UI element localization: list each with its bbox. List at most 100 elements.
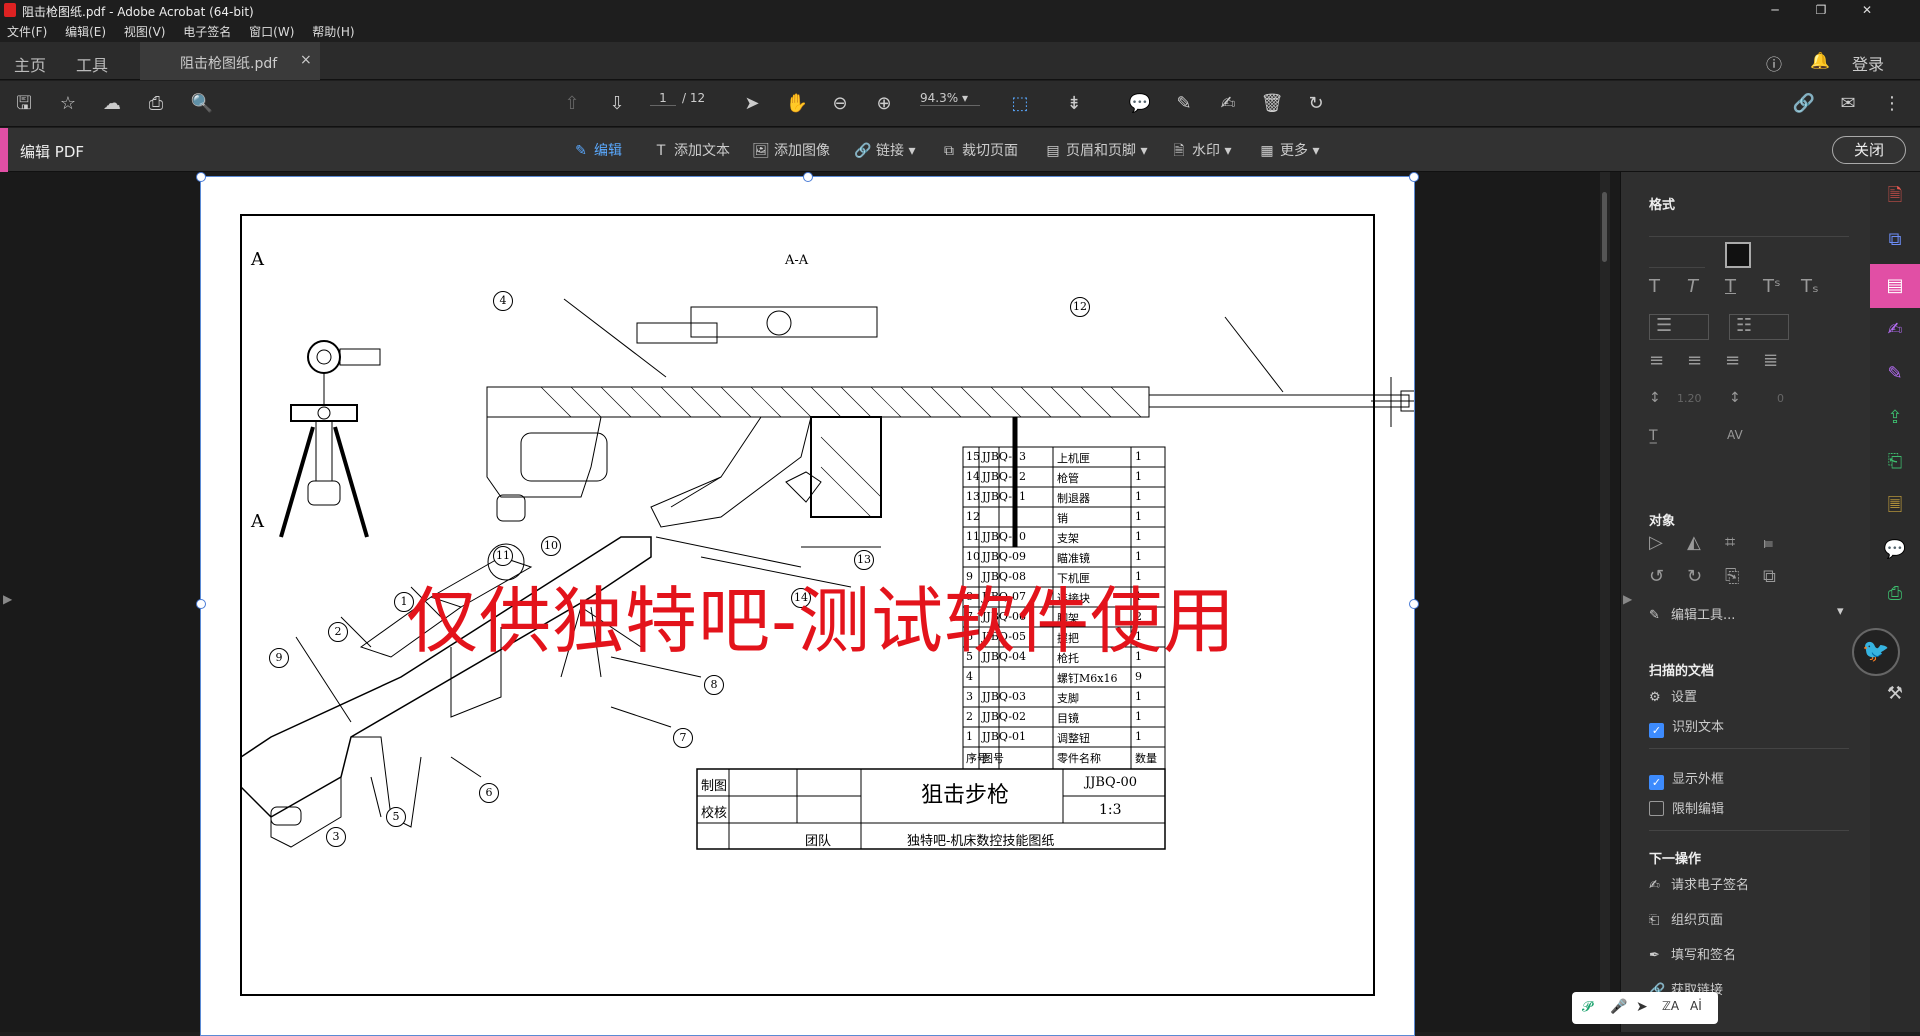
comment-icon[interactable]: 💬	[1128, 92, 1152, 116]
tool-crop[interactable]: ⧉ 裁切页面	[940, 140, 1018, 160]
restrict-edit-checkbox[interactable]	[1649, 801, 1664, 816]
show-bbox-checkbox[interactable]: ✓	[1649, 775, 1664, 790]
prev-page-icon[interactable]: ⇧	[560, 92, 584, 116]
minimize-button[interactable]: ─	[1752, 0, 1798, 20]
align-justify-icon[interactable]: ≣	[1763, 350, 1778, 371]
resize-handle-right[interactable]	[1409, 599, 1419, 609]
replace-image-icon[interactable]: ⎘	[1725, 566, 1739, 587]
page-number-input[interactable]: 1	[650, 91, 676, 106]
rotate-left-icon[interactable]: ↺	[1649, 566, 1664, 587]
resize-handle-top-right[interactable]	[1409, 172, 1419, 182]
menu-view[interactable]: 视图(V)	[117, 20, 173, 40]
document-view[interactable]: ▶ A A A-A 15 JJBQ-13 上机匣 1 14 JJBQ-12 枪管…	[0, 172, 1620, 1036]
tab-document[interactable]: 阻击枪图纸.pdf ×	[140, 42, 320, 80]
login-button[interactable]: 登录	[1852, 51, 1884, 75]
align-left-icon[interactable]: ≡	[1649, 350, 1664, 371]
scan-settings-button[interactable]: ⚙ 设置	[1649, 686, 1697, 705]
tool-add-text[interactable]: T 添加文本	[652, 140, 730, 160]
send-icon[interactable]: ➤	[1636, 999, 1648, 1015]
rotate-icon[interactable]: ↻	[1304, 92, 1328, 116]
protect-icon[interactable]: 🗏	[1883, 494, 1907, 518]
print-icon[interactable]: ⎙	[144, 92, 168, 116]
floatbar-logo-icon[interactable]: 𝓟	[1582, 999, 1592, 1015]
font-family-select[interactable]	[1649, 236, 1849, 237]
font-size-select[interactable]	[1649, 254, 1705, 268]
combine-files-icon[interactable]: ⧉	[1883, 228, 1907, 252]
select-cursor-icon[interactable]: ➤	[740, 92, 764, 116]
subscript-icon[interactable]: Tₛ	[1801, 276, 1819, 297]
bullet-list-button[interactable]: ☰	[1649, 314, 1709, 340]
customize-tools-icon[interactable]: ⚒	[1883, 682, 1907, 706]
text-underline-icon[interactable]: T	[1725, 276, 1736, 297]
close-window-button[interactable]: ✕	[1844, 0, 1890, 20]
save-icon[interactable]: 🖫	[12, 92, 36, 116]
translate-icon[interactable]: ℤA	[1662, 999, 1679, 1013]
pdf-page[interactable]: A A A-A 15 JJBQ-13 上机匣 1 14 JJBQ-12 枪管 1 13 JJBQ-11 制…	[196, 172, 1419, 1036]
tool-add-image[interactable]: 🖼 添加图像	[752, 140, 830, 160]
maximize-button[interactable]: ❐	[1798, 0, 1844, 20]
crop-object-icon[interactable]: ⌗	[1725, 532, 1735, 553]
bookmark-star-icon[interactable]: ☆	[56, 92, 80, 116]
collapse-panel-icon[interactable]: ▶	[1623, 592, 1632, 606]
tool-header-footer[interactable]: ▤ 页眉和页脚 ▾	[1044, 140, 1147, 160]
fill-and-sign-icon[interactable]: ✎	[1883, 362, 1907, 386]
scan-ocr-icon[interactable]: ⎙	[1883, 582, 1907, 606]
resize-handle-left[interactable]	[196, 599, 206, 609]
resize-handle-top[interactable]	[803, 172, 813, 182]
ai-icon[interactable]: Aİ	[1690, 999, 1702, 1013]
kerning-icon[interactable]: AV	[1727, 428, 1743, 442]
sign-icon[interactable]: ✍	[1216, 92, 1240, 116]
delete-icon[interactable]: 🗑	[1260, 92, 1284, 116]
close-tab-icon[interactable]: ×	[300, 52, 312, 68]
text-italic-icon[interactable]: T	[1687, 276, 1698, 297]
export-pdf-icon[interactable]: ⇪	[1883, 406, 1907, 430]
next-fill-sign[interactable]: ✒ 填写和签名	[1649, 944, 1736, 963]
next-page-icon[interactable]: ⇩	[605, 92, 629, 116]
notification-bell-icon[interactable]: 🔔	[1810, 51, 1830, 70]
search-icon[interactable]: 🔍	[190, 92, 214, 116]
help-icon[interactable]: ⓘ	[1766, 51, 1782, 75]
edit-tools-button[interactable]: ✎ 编辑工具... ▾	[1649, 604, 1844, 623]
char-spacing-value[interactable]: 0	[1777, 392, 1784, 405]
left-panel-toggle-icon[interactable]: ▶	[3, 592, 12, 606]
next-organize-pages[interactable]: ⎗ 组织页面	[1649, 909, 1723, 928]
menu-file[interactable]: 文件(F)	[0, 20, 54, 40]
ocr-checkbox-row[interactable]: ✓ 识别文本	[1649, 716, 1724, 738]
tab-tools[interactable]: 工具	[76, 52, 108, 76]
microphone-icon[interactable]: 🎤	[1610, 999, 1627, 1015]
arrange-icon[interactable]: ⧉	[1763, 566, 1776, 587]
superscript-icon[interactable]: Tˢ	[1763, 276, 1781, 297]
next-request-esign[interactable]: ✍ 请求电子签名	[1649, 874, 1749, 893]
show-bbox-row[interactable]: ✓ 显示外框	[1649, 768, 1724, 790]
close-edit-button[interactable]: 关闭	[1832, 136, 1906, 164]
comment-rail-icon[interactable]: 💬	[1883, 538, 1907, 562]
floating-assistant-badge-icon[interactable]: 🐦	[1852, 628, 1900, 676]
edit-pdf-icon[interactable]: ▤	[1870, 264, 1920, 308]
share-link-icon[interactable]: 🔗	[1792, 92, 1816, 116]
ocr-checkbox[interactable]: ✓	[1649, 723, 1664, 738]
email-icon[interactable]: ✉	[1836, 92, 1860, 116]
zoom-select[interactable]: 94.3% ▾	[920, 91, 980, 106]
zoom-in-icon[interactable]: ⊕	[872, 92, 896, 116]
tab-home[interactable]: 主页	[14, 52, 46, 76]
zoom-out-icon[interactable]: ⊖	[828, 92, 852, 116]
create-pdf-icon[interactable]: 🗎	[1883, 184, 1907, 208]
organize-pages-rail-icon[interactable]: ⎗	[1883, 450, 1907, 474]
align-right-icon[interactable]: ≡	[1725, 350, 1740, 371]
tool-watermark[interactable]: 🗎 水印 ▾	[1170, 140, 1231, 164]
menu-help[interactable]: 帮助(H)	[305, 20, 361, 40]
tool-edit[interactable]: ✎ 编辑	[572, 140, 622, 160]
restrict-edit-row[interactable]: 限制编辑	[1649, 798, 1724, 817]
more-options-icon[interactable]: ⋮	[1880, 92, 1904, 116]
highlight-pen-icon[interactable]: ✎	[1172, 92, 1196, 116]
flip-horizontal-icon[interactable]: ◭	[1687, 532, 1701, 553]
align-objects-icon[interactable]: ⫢	[1763, 532, 1773, 553]
scroll-mode-icon[interactable]: ⇟	[1062, 92, 1086, 116]
flip-vertical-icon[interactable]: ▷	[1649, 532, 1663, 553]
menu-edit[interactable]: 编辑(E)	[58, 20, 113, 40]
fit-page-icon[interactable]: ⬚	[1008, 92, 1032, 116]
resize-handle-top-left[interactable]	[196, 172, 206, 182]
cloud-upload-icon[interactable]: ☁	[100, 92, 124, 116]
horizontal-scale-icon[interactable]: T̲	[1649, 428, 1658, 444]
hand-tool-icon[interactable]: ✋	[785, 92, 809, 116]
